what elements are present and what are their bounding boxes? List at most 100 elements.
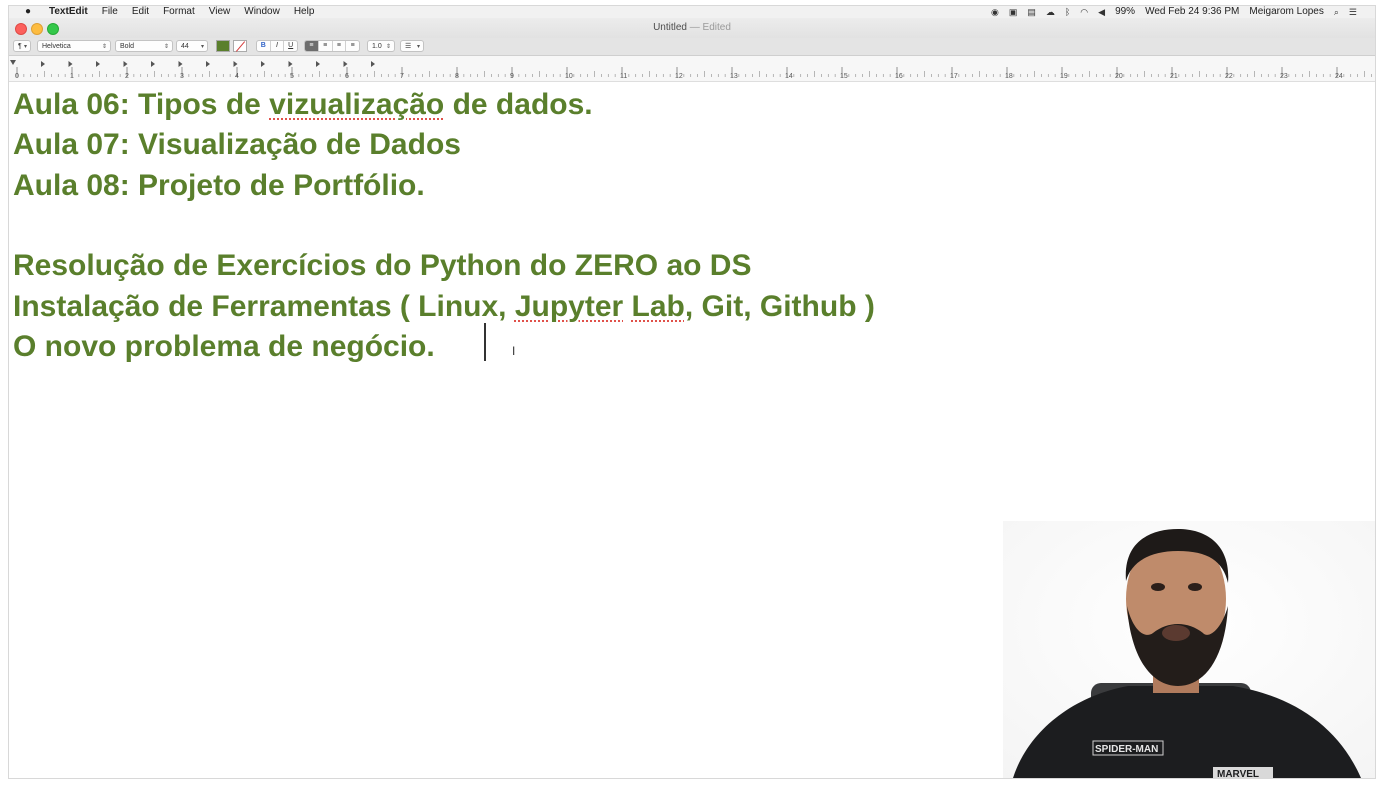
document-line-5: Resolução de Exercícios do Python do ZER… — [13, 249, 752, 282]
window-title-edited: — Edited — [689, 22, 731, 33]
ruler-label: 23 — [1280, 73, 1288, 80]
text-caret — [484, 323, 486, 361]
photo-icon[interactable]: ▤ — [1027, 6, 1036, 18]
person-mouth — [1162, 625, 1190, 641]
record-icon[interactable]: ◉ — [991, 6, 999, 18]
ruler-label: 21 — [1170, 73, 1178, 80]
font-style-value: Bold — [120, 43, 135, 50]
person-eye-left — [1151, 583, 1165, 591]
indent-marker[interactable] — [10, 60, 16, 65]
font-style-select[interactable]: Bold ⇕ — [115, 40, 173, 52]
list-icon: ☰ — [405, 43, 412, 50]
ruler-label: 9 — [510, 73, 514, 80]
italic-button[interactable]: I — [271, 41, 285, 51]
ruler-label: 12 — [675, 73, 683, 80]
menu-window[interactable]: Window — [244, 6, 280, 18]
underline-button[interactable]: U — [284, 41, 297, 51]
font-size-value: 44 — [181, 43, 189, 50]
menu-help[interactable]: Help — [294, 6, 315, 18]
paragraph-style-value: ¶ — [18, 43, 22, 50]
cloud-icon[interactable]: ☁ — [1046, 6, 1055, 18]
tab-stop-marker[interactable] — [233, 61, 238, 67]
ruler-label: 15 — [840, 73, 848, 80]
wifi-icon[interactable]: ◠ — [1080, 6, 1088, 18]
font-family-select[interactable]: Helvetica ⇕ — [37, 40, 111, 52]
ruler-label: 17 — [950, 73, 958, 80]
volume-icon[interactable]: ◀ — [1098, 6, 1105, 18]
font-family-value: Helvetica — [42, 43, 71, 50]
line-1-part-a: Aula 06: Tipos de — [13, 88, 270, 121]
tab-stop-marker[interactable] — [206, 61, 210, 67]
menu-format[interactable]: Format — [163, 6, 195, 18]
tab-stop-marker[interactable] — [96, 61, 100, 67]
bluetooth-icon[interactable]: ᛒ — [1065, 6, 1070, 18]
line-spacing-value: 1.0 — [372, 43, 382, 50]
tab-stop-marker[interactable] — [371, 61, 375, 67]
menu-edit[interactable]: Edit — [132, 6, 149, 18]
ruler-label: 20 — [1115, 73, 1123, 80]
alignment-buttons: ≡ ≡ ≡ ≡ — [304, 40, 360, 52]
misspelled-word[interactable]: vizualização — [269, 88, 444, 121]
chevron-down-icon: ▾ — [200, 44, 204, 50]
window-title: Untitled — Edited — [9, 22, 1375, 33]
chevron-down-icon: ▾ — [416, 44, 420, 50]
clock-label[interactable]: Wed Feb 24 9:36 PM — [1145, 6, 1239, 18]
ruler-label: 1 — [70, 73, 74, 80]
window-title-name: Untitled — [653, 22, 687, 33]
ruler-label: 13 — [730, 73, 738, 80]
align-justify-button[interactable]: ≡ — [346, 41, 359, 51]
align-right-button[interactable]: ≡ — [333, 41, 347, 51]
webcam-overlay: SPIDER-MAN MARVEL — [1003, 521, 1375, 778]
document-line-6: Instalação de Ferramentas ( Linux, Jupyt… — [13, 287, 875, 327]
misspelled-word[interactable]: Lab — [632, 290, 685, 323]
battery-label[interactable]: 99% — [1115, 6, 1135, 18]
apple-menu-icon[interactable]: ● — [25, 6, 35, 18]
tab-stop-marker[interactable] — [261, 61, 265, 67]
chevron-down-icon: ▾ — [23, 44, 27, 50]
tab-stop-marker[interactable] — [316, 61, 320, 67]
spotlight-search-icon[interactable]: ⌕ — [1334, 6, 1339, 18]
list-style-select[interactable]: ☰ ▾ — [400, 40, 424, 52]
align-left-button[interactable]: ≡ — [305, 41, 319, 51]
line-1-part-c: de dados. — [444, 88, 593, 121]
tab-stop-marker[interactable] — [151, 61, 155, 67]
screen-icon[interactable]: ▣ — [1009, 6, 1018, 18]
paragraph-style-select[interactable]: ¶ ▾ — [13, 40, 31, 52]
ruler-label: 0 — [15, 73, 19, 80]
bold-button[interactable]: B — [257, 41, 271, 51]
tab-stop-marker[interactable] — [41, 61, 45, 67]
tab-stop-marker[interactable] — [343, 61, 348, 67]
status-area: ◉ ▣ ▤ ☁ ᛒ ◠ ◀ 99% Wed Feb 24 9:36 PM Mei… — [991, 6, 1375, 18]
tab-stop-marker[interactable] — [68, 61, 73, 67]
highlight-color-well[interactable] — [233, 40, 247, 52]
menu-bar: ● TextEdit File Edit Format View Window … — [9, 6, 1375, 18]
shirt-text-spiderman: SPIDER-MAN — [1095, 744, 1158, 755]
align-center-button[interactable]: ≡ — [319, 41, 333, 51]
tab-stop-marker[interactable] — [123, 61, 128, 67]
misspelled-word[interactable]: Jupyter — [515, 290, 623, 323]
document-line-3: Aula 08: Projeto de Portfólio. — [13, 169, 425, 202]
format-toolbar: ¶ ▾ Helvetica ⇕ Bold ⇕ 44 ▾ B I U ≡ ≡ ≡ ≡ 1.… — [9, 38, 1375, 56]
ruler-label: 6 — [345, 73, 349, 80]
text-style-buttons: B I U — [256, 40, 298, 52]
ibeam-cursor-icon: I — [512, 344, 516, 358]
ruler-label: 4 — [235, 73, 239, 80]
line-spacing-select[interactable]: 1.0 ⇕ — [367, 40, 395, 52]
menu-app-name[interactable]: TextEdit — [49, 6, 88, 18]
line-6-part-c — [623, 290, 631, 323]
ruler[interactable]: 0 1 2 3 4 5 6 7 8 9 10 11 12 13 14 15 16 17 18 19 20 21 22 23 24 — [9, 56, 1375, 82]
user-label[interactable]: Meigarom Lopes — [1249, 6, 1323, 18]
font-size-select[interactable]: 44 ▾ — [176, 40, 208, 52]
menu-view[interactable]: View — [209, 6, 231, 18]
chevron-updown-icon: ⇕ — [385, 44, 391, 50]
ruler-label: 22 — [1225, 73, 1233, 80]
ruler-label: 16 — [895, 73, 903, 80]
tab-stop-marker[interactable] — [178, 61, 183, 67]
menu-file[interactable]: File — [102, 6, 118, 18]
ruler-scale: 0 1 2 3 4 5 6 7 8 9 10 11 12 13 14 15 16 17 18 19 20 21 22 23 24 — [10, 60, 1372, 80]
notification-center-icon[interactable]: ☰ — [1349, 6, 1357, 18]
shirt-text-marvel: MARVEL — [1217, 769, 1259, 778]
chevron-updown-icon: ⇕ — [101, 44, 107, 50]
text-color-well[interactable] — [216, 40, 230, 52]
tab-stop-marker[interactable] — [288, 61, 293, 67]
